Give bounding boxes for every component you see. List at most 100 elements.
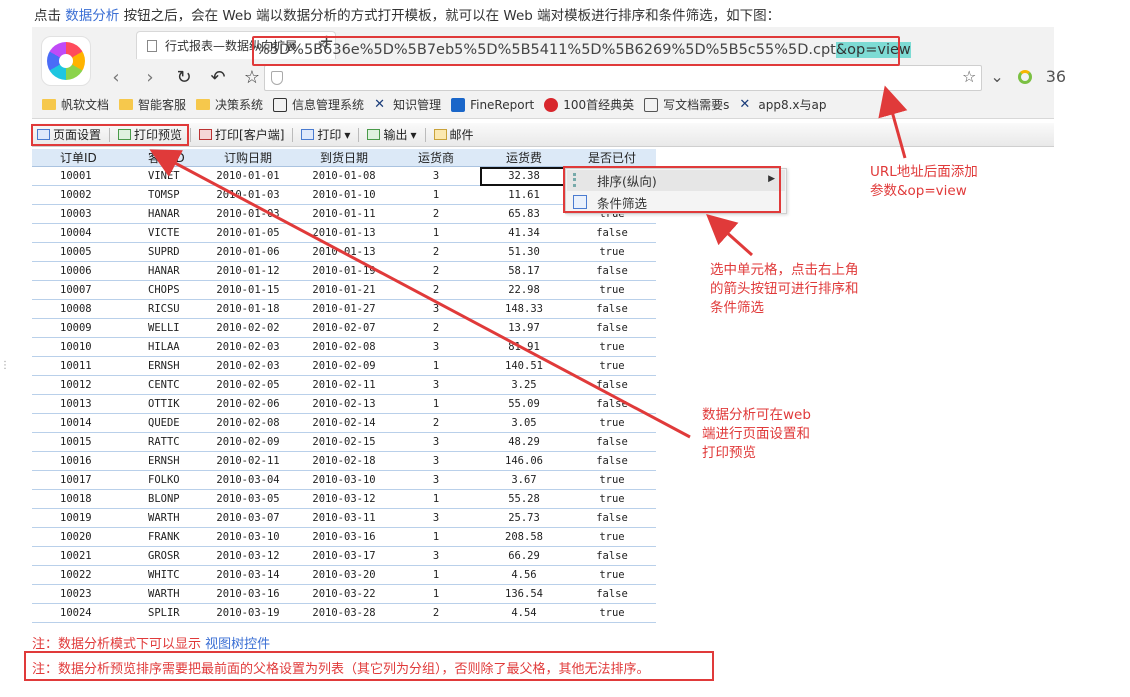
table-cell[interactable]: 2010-01-13 (296, 242, 392, 262)
address-bar[interactable] (264, 65, 982, 91)
table-cell[interactable]: 1 (392, 185, 480, 205)
table-cell[interactable]: 4.56 (480, 565, 568, 585)
table-cell[interactable]: 3 (392, 508, 480, 528)
table-cell[interactable]: 2010-01-11 (296, 204, 392, 224)
table-cell[interactable]: 2010-03-20 (296, 565, 392, 585)
table-cell[interactable]: 2010-03-05 (200, 489, 296, 509)
table-cell[interactable]: 10022 (32, 565, 120, 585)
table-cell[interactable]: 2010-03-11 (296, 508, 392, 528)
table-cell[interactable]: 2010-02-11 (296, 375, 392, 395)
chevron-down-icon[interactable]: ⌄ (990, 67, 1003, 86)
table-cell[interactable]: 10023 (32, 584, 120, 604)
star-icon[interactable]: ☆ (243, 67, 261, 88)
table-cell[interactable]: 10008 (32, 299, 120, 319)
table-cell[interactable]: RATTC (120, 432, 200, 452)
table-cell[interactable]: GROSR (120, 546, 200, 566)
table-cell[interactable]: 2010-03-10 (200, 527, 296, 547)
table-cell[interactable]: true (568, 565, 656, 585)
table-cell[interactable]: 1 (392, 527, 480, 547)
table-cell[interactable]: 3 (392, 451, 480, 471)
table-cell[interactable]: FRANK (120, 527, 200, 547)
bookmark-item[interactable]: ✕ 知识管理 (374, 96, 441, 113)
table-cell[interactable]: 10006 (32, 261, 120, 281)
table-cell[interactable]: true (568, 356, 656, 376)
table-cell[interactable]: 2010-01-12 (200, 261, 296, 281)
table-cell[interactable]: QUEDE (120, 413, 200, 433)
print-button[interactable]: 打印 ▾ (299, 126, 352, 143)
table-cell[interactable]: 2010-03-19 (200, 603, 296, 623)
table-cell[interactable]: false (568, 584, 656, 604)
table-cell[interactable]: 2010-01-13 (296, 223, 392, 243)
table-cell[interactable]: 3 (392, 375, 480, 395)
table-cell[interactable]: 2010-02-07 (296, 318, 392, 338)
table-cell[interactable]: 10024 (32, 603, 120, 623)
table-cell[interactable]: 10001 (32, 166, 120, 186)
table-cell[interactable]: WARTH (120, 584, 200, 604)
table-cell[interactable]: true (568, 603, 656, 623)
table-cell[interactable]: 2010-02-08 (200, 413, 296, 433)
table-cell[interactable]: CENTC (120, 375, 200, 395)
table-cell[interactable]: 2010-01-03 (200, 185, 296, 205)
table-cell[interactable]: 1 (392, 565, 480, 585)
table-cell[interactable]: false (568, 261, 656, 281)
undo-icon[interactable]: ↶ (209, 67, 227, 88)
table-cell[interactable]: 2010-02-18 (296, 451, 392, 471)
table-cell[interactable]: true (568, 242, 656, 262)
bookmark-item[interactable]: ✕ app8.x与ap (739, 96, 826, 113)
table-cell[interactable]: 1 (392, 489, 480, 509)
table-cell[interactable]: false (568, 451, 656, 471)
bookmark-item[interactable]: 决策系统 (196, 96, 263, 113)
table-cell[interactable]: 41.34 (480, 223, 568, 243)
table-cell[interactable]: 2010-02-03 (200, 337, 296, 357)
table-cell[interactable]: 1 (392, 394, 480, 414)
table-cell[interactable]: 2 (392, 413, 480, 433)
table-cell[interactable]: 55.09 (480, 394, 568, 414)
table-cell[interactable]: 4.54 (480, 603, 568, 623)
table-cell[interactable]: WHITC (120, 565, 200, 585)
bookmark-item[interactable]: 写文档需要s (644, 96, 729, 113)
table-cell[interactable]: 3 (392, 470, 480, 490)
table-cell[interactable]: VICTE (120, 223, 200, 243)
table-cell[interactable]: OTTIK (120, 394, 200, 414)
table-cell[interactable]: 10019 (32, 508, 120, 528)
table-cell[interactable]: 1 (392, 356, 480, 376)
table-cell[interactable]: 10004 (32, 223, 120, 243)
table-cell[interactable]: 3 (392, 546, 480, 566)
bookmark-item[interactable]: 信息管理系统 (273, 96, 364, 113)
table-cell[interactable]: true (568, 527, 656, 547)
bookmark-item[interactable]: 100首经典英 (544, 96, 634, 113)
table-cell[interactable]: 10003 (32, 204, 120, 224)
table-cell[interactable]: 2010-02-08 (296, 337, 392, 357)
table-cell[interactable]: 148.33 (480, 299, 568, 319)
table-cell[interactable]: SUPRD (120, 242, 200, 262)
table-cell[interactable]: 51.30 (480, 242, 568, 262)
table-cell[interactable]: 10018 (32, 489, 120, 509)
table-cell[interactable]: 146.06 (480, 451, 568, 471)
email-button[interactable]: 邮件 (432, 126, 476, 143)
table-cell[interactable]: 3.25 (480, 375, 568, 395)
table-cell[interactable]: 2010-02-06 (200, 394, 296, 414)
table-cell[interactable]: false (568, 508, 656, 528)
table-cell[interactable]: CHOPS (120, 280, 200, 300)
table-cell[interactable]: false (568, 375, 656, 395)
table-cell[interactable]: 2010-03-17 (296, 546, 392, 566)
table-cell[interactable]: 1 (392, 223, 480, 243)
table-cell[interactable]: 208.58 (480, 527, 568, 547)
table-cell[interactable]: 2010-02-09 (200, 432, 296, 452)
table-cell[interactable]: 2 (392, 603, 480, 623)
table-cell[interactable]: true (568, 470, 656, 490)
table-cell[interactable]: 13.97 (480, 318, 568, 338)
table-cell[interactable]: HANAR (120, 204, 200, 224)
table-cell[interactable]: 10007 (32, 280, 120, 300)
table-cell[interactable]: 10014 (32, 413, 120, 433)
reload-icon[interactable]: ↻ (175, 67, 193, 88)
table-cell[interactable]: VINET (120, 166, 200, 186)
table-cell[interactable]: 32.38 (480, 166, 568, 186)
table-cell[interactable]: 65.83 (480, 204, 568, 224)
table-cell[interactable]: 2010-01-01 (200, 166, 296, 186)
bookmark-item[interactable]: 智能客服 (119, 96, 186, 113)
table-cell[interactable]: false (568, 299, 656, 319)
table-cell[interactable]: 81.91 (480, 337, 568, 357)
table-cell[interactable]: 2 (392, 261, 480, 281)
table-cell[interactable]: BLONP (120, 489, 200, 509)
